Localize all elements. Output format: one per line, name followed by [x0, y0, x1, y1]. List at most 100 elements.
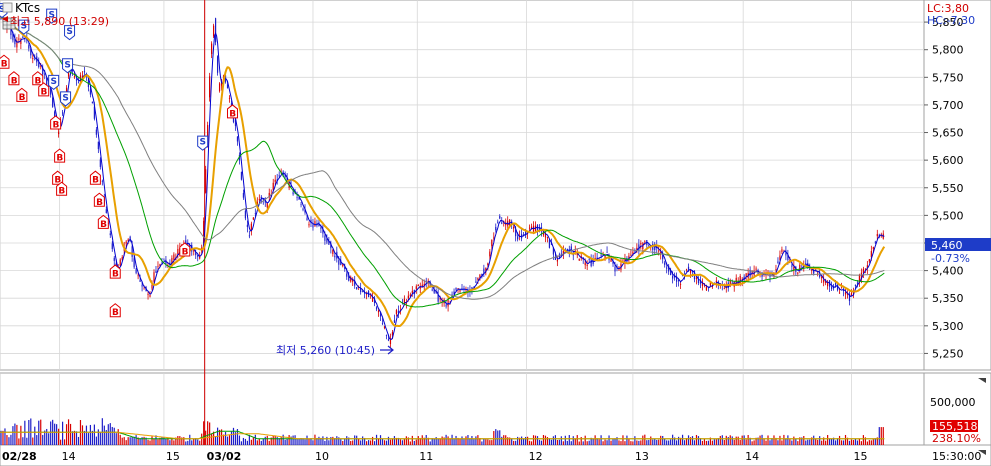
candle-body: [872, 246, 874, 250]
volume-bar: [61, 421, 64, 445]
volume-bar: [556, 440, 558, 445]
volume-bar: [505, 435, 507, 445]
settings-icon[interactable]: [2, 2, 13, 13]
volume-bar: [779, 435, 781, 445]
candle-body: [314, 221, 316, 227]
candle-body: [173, 254, 175, 261]
price-tick-label: 5,650: [932, 127, 964, 140]
volume-bar: [741, 435, 743, 445]
volume-bar: [608, 435, 610, 445]
candle-body: [600, 254, 602, 256]
candle-body: [18, 38, 20, 40]
volume-tick: 500,000: [930, 396, 976, 409]
volume-bar: [683, 440, 686, 445]
volume-bar: [256, 440, 258, 445]
volume-bar: [834, 440, 837, 445]
volume-bar: [503, 435, 505, 445]
buy-marker-letter: B: [52, 120, 59, 130]
volume-bar: [131, 436, 133, 445]
candle-body: [99, 159, 101, 167]
volume-bar: [664, 438, 666, 445]
volume-bar: [691, 436, 694, 445]
volume-bar: [813, 435, 815, 445]
price-tick-label: 5,700: [932, 99, 964, 112]
candle-body: [346, 273, 348, 277]
volume-bar: [358, 439, 360, 445]
volume-bar: [658, 439, 660, 445]
candle-body: [499, 216, 501, 219]
candle-body: [133, 258, 135, 268]
time-tick-label: 12: [529, 450, 543, 463]
candle-body: [622, 259, 624, 261]
volume-bar: [375, 434, 378, 445]
candle-body: [141, 285, 143, 287]
volume-bar: [4, 428, 6, 445]
candle-body: [215, 18, 217, 43]
volume-bar: [606, 440, 608, 445]
buy-marker: B: [109, 264, 121, 280]
volume-bar: [612, 439, 614, 445]
candle-body: [614, 266, 616, 272]
buy-marker-letter: B: [58, 187, 65, 197]
volume-bar: [244, 438, 247, 445]
volume-bar: [719, 435, 721, 445]
volume-bar: [425, 435, 427, 445]
candle-body: [695, 277, 698, 279]
time-tick-label: 15:30:00: [932, 450, 981, 463]
candle-body: [445, 305, 447, 307]
volume-bar: [596, 438, 598, 445]
volume-bar: [193, 438, 195, 445]
volume-bar: [866, 441, 868, 445]
time-tick-label: 02/28: [2, 450, 37, 463]
candle-body: [638, 244, 640, 251]
candle-body: [679, 283, 682, 285]
candle-body: [139, 279, 141, 282]
volume-bar: [618, 440, 620, 445]
stock-chart[interactable]: SSSSSSSSBBBBBBBBBBBBBBBB 5,8505,8005,750…: [0, 0, 991, 466]
volume-bar: [209, 422, 211, 445]
volume-bar: [95, 436, 97, 445]
candle-body: [272, 182, 274, 190]
sell-marker-letter: S: [64, 60, 70, 70]
volume-bar: [389, 439, 392, 445]
volume-bar: [252, 437, 254, 445]
candle-body: [97, 141, 99, 150]
volume-bar: [544, 435, 547, 445]
candle-body: [213, 25, 215, 37]
volume-bar: [286, 438, 288, 445]
volume-bar: [171, 438, 173, 445]
candle-body: [723, 288, 725, 290]
volume-bar: [97, 429, 99, 445]
volume-bar: [854, 438, 857, 445]
volume-bar: [687, 435, 690, 445]
candle-body: [105, 209, 107, 214]
volume-bar: [634, 436, 636, 445]
volume-bar: [340, 439, 342, 445]
volume-bar: [411, 435, 413, 445]
volume-bar: [328, 440, 330, 445]
volume-bar: [707, 440, 709, 445]
volume-bar: [298, 438, 300, 445]
volume-bar: [157, 439, 159, 445]
volume-bar: [763, 439, 765, 445]
candle-body: [658, 250, 660, 252]
volume-bar: [584, 435, 586, 445]
volume-bar: [475, 436, 477, 445]
volume-bar: [322, 436, 324, 445]
candle-body: [193, 250, 195, 252]
candle-body: [119, 259, 121, 266]
volume-bar: [262, 438, 264, 445]
volume-bar: [14, 423, 16, 445]
volume-bar: [791, 440, 793, 445]
candle-body: [278, 175, 280, 177]
volume-bar: [882, 427, 884, 445]
candle-body: [306, 218, 308, 221]
candle-body: [415, 286, 417, 289]
candle-body: [477, 277, 479, 280]
volume-bar: [199, 440, 201, 445]
volume-bar: [515, 440, 517, 445]
current-change: -0.73%: [931, 252, 970, 265]
price-tick-label: 5,350: [932, 292, 964, 305]
volume-bar: [783, 434, 785, 445]
volume-bar: [222, 434, 225, 445]
